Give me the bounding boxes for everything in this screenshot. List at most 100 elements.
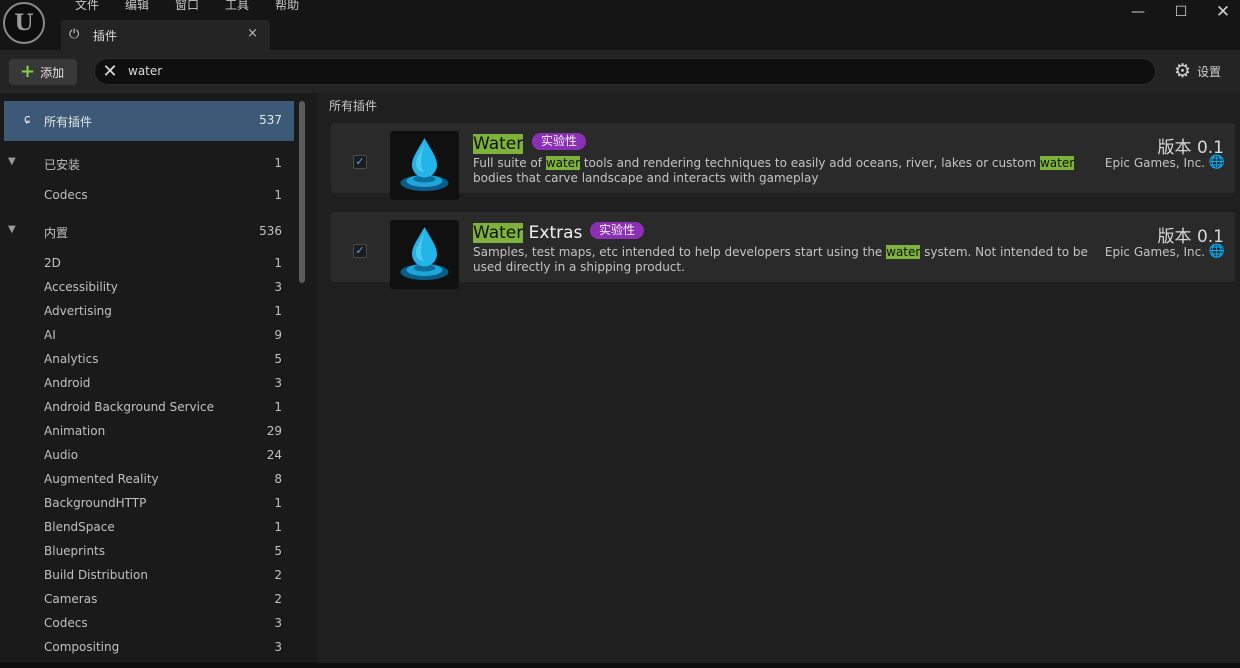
sidebar-item-count: 3 (274, 616, 282, 630)
sidebar-item-ai[interactable]: AI 9 (4, 324, 294, 348)
sidebar-item-count: 8 (274, 472, 282, 486)
sidebar-item-cameras[interactable]: Cameras 2 (4, 588, 294, 612)
sidebar-item-label: 内置 (44, 226, 69, 240)
sidebar-item-count: 537 (259, 113, 282, 127)
sidebar-item-label: Accessibility (44, 280, 118, 294)
sidebar-item-codecs-installed[interactable]: Codecs 1 (4, 184, 294, 208)
sidebar-item-count: 1 (274, 304, 282, 318)
breadcrumb: 所有插件 (329, 99, 378, 113)
sidebar-scrollbar[interactable] (299, 101, 305, 283)
menu-help[interactable]: 帮助 (262, 0, 312, 14)
sidebar-item-build-distribution[interactable]: Build Distribution 2 (4, 564, 294, 588)
search-box: ✕ (94, 58, 1156, 85)
sidebar-item-label: Animation (44, 424, 106, 438)
caret-down-icon[interactable]: ▼ (8, 156, 16, 167)
clear-search-icon[interactable]: ✕ (99, 60, 121, 84)
sidebar-item-count: 1 (274, 188, 282, 202)
web-link-icon[interactable]: 🌐 (1209, 244, 1225, 259)
menu-file[interactable]: 文件 (62, 0, 112, 14)
sidebar-item-compositing[interactable]: Compositing 3 (4, 636, 294, 660)
category-sidebar: ɕ 所有插件 537 ▼ 已安装 1 Codecs 1 ▼ 内置 536 2D 1… (0, 93, 318, 668)
sidebar-item-blueprints[interactable]: Blueprints 5 (4, 540, 294, 564)
sidebar-item-label: Blueprints (44, 544, 106, 558)
sidebar-item-label: Codecs (44, 188, 88, 202)
menu-tools[interactable]: 工具 (212, 0, 262, 14)
toolbar: + 添加 ✕ ⚙ 设置 (0, 50, 1240, 93)
sidebar-group-installed[interactable]: ▼ 已安装 1 (4, 152, 294, 176)
sidebar-item-backgroundhttp[interactable]: BackgroundHTTP 1 (4, 492, 294, 516)
sidebar-item-count: 29 (266, 424, 282, 438)
plugin-title: Water Extras (473, 223, 582, 243)
sidebar-item-count: 1 (274, 156, 282, 170)
minimize-icon[interactable]: — (1128, 2, 1148, 22)
sidebar-item-accessibility[interactable]: Accessibility 3 (4, 276, 294, 300)
enable-checkbox[interactable]: ✓ (353, 155, 367, 169)
water-drop-icon (390, 131, 459, 200)
plugin-vendor: Epic Games, Inc. (1104, 245, 1205, 259)
sidebar-item-all-plugins[interactable]: ɕ 所有插件 537 (4, 101, 294, 141)
enable-checkbox[interactable]: ✓ (353, 244, 367, 258)
sidebar-item-label: AI (44, 328, 56, 342)
sidebar-item-count: 3 (274, 640, 282, 654)
sidebar-item-advertising[interactable]: Advertising 1 (4, 300, 294, 324)
plug-icon: ɕ (24, 112, 31, 126)
menu-edit[interactable]: 编辑 (112, 0, 162, 14)
sidebar-item-label: BlendSpace (44, 520, 115, 534)
sidebar-item-label: 所有插件 (44, 115, 93, 129)
gear-icon: ⚙ (1174, 60, 1192, 82)
web-link-icon[interactable]: 🌐 (1209, 155, 1225, 170)
title-highlight: Water (473, 134, 524, 154)
experimental-badge: 实验性 (590, 222, 645, 239)
sidebar-item-2d[interactable]: 2D 1 (4, 252, 294, 276)
search-input[interactable] (128, 64, 1028, 78)
plugin-card-water[interactable]: ✓ Water 实验性 Full suite of water tools an… (331, 123, 1235, 200)
menu-bar: 文件 编辑 窗口 工具 帮助 (62, 0, 312, 14)
sidebar-item-count: 3 (274, 376, 282, 390)
plugin-list-panel: 所有插件 ✓ Water 实验性 Full suite of water too… (318, 93, 1240, 668)
add-button[interactable]: + 添加 (9, 59, 77, 85)
unreal-logo-icon[interactable]: U (3, 2, 45, 44)
sidebar-item-label: Analytics (44, 352, 99, 366)
sidebar-item-animation[interactable]: Animation 29 (4, 420, 294, 444)
sidebar-item-count: 1 (274, 496, 282, 510)
sidebar-item-label: BackgroundHTTP (44, 496, 147, 510)
plugin-card-water-extras[interactable]: ✓ Water Extras 实验性 Samples, test maps, e… (331, 212, 1235, 289)
title-rest: Extras (523, 223, 583, 243)
sidebar-item-label: Cameras (44, 592, 98, 606)
caret-down-icon[interactable]: ▼ (8, 224, 16, 235)
plugin-vendor: Epic Games, Inc. (1104, 156, 1205, 170)
sidebar-item-count: 1 (274, 400, 282, 414)
sidebar-item-count: 9 (274, 328, 282, 342)
title-bar: U 文件 编辑 窗口 工具 帮助 — ☐ ✕ ⏻ 插件 × (0, 0, 1240, 50)
tab-close-icon[interactable]: × (247, 26, 258, 41)
sidebar-item-codecs[interactable]: Codecs 3 (4, 612, 294, 636)
sidebar-item-audio[interactable]: Audio 24 (4, 444, 294, 468)
water-drop-icon (390, 220, 459, 289)
sidebar-item-label: 2D (44, 256, 61, 270)
sidebar-item-android[interactable]: Android 3 (4, 372, 294, 396)
sidebar-item-analytics[interactable]: Analytics 5 (4, 348, 294, 372)
tab-plugins[interactable]: ⏻ 插件 × (61, 20, 270, 50)
add-button-label: 添加 (40, 65, 65, 80)
plugin-description: Full suite of water tools and rendering … (473, 156, 1075, 185)
settings-label: 设置 (1197, 65, 1222, 79)
menu-window[interactable]: 窗口 (162, 0, 212, 14)
sidebar-item-label: Android (44, 376, 91, 390)
sidebar-item-label: Advertising (44, 304, 112, 318)
sidebar-item-count: 24 (266, 448, 282, 462)
sidebar-item-blendspace[interactable]: BlendSpace 1 (4, 516, 294, 540)
sidebar-item-label: Audio (44, 448, 79, 462)
experimental-badge: 实验性 (532, 133, 587, 150)
sidebar-item-augmented-reality[interactable]: Augmented Reality 8 (4, 468, 294, 492)
sidebar-item-count: 536 (259, 224, 282, 238)
sidebar-item-android-background-service[interactable]: Android Background Service 1 (4, 396, 294, 420)
sidebar-group-builtin[interactable]: ▼ 内置 536 (4, 220, 294, 244)
title-highlight: Water (473, 223, 524, 243)
settings-button[interactable]: ⚙ 设置 (1174, 62, 1221, 81)
sidebar-item-count: 1 (274, 520, 282, 534)
sidebar-item-label: Augmented Reality (44, 472, 159, 486)
sidebar-item-count: 2 (274, 568, 282, 582)
plugin-description: Samples, test maps, etc intended to help… (473, 245, 1088, 274)
maximize-icon[interactable]: ☐ (1171, 2, 1191, 22)
close-window-icon[interactable]: ✕ (1213, 2, 1233, 22)
